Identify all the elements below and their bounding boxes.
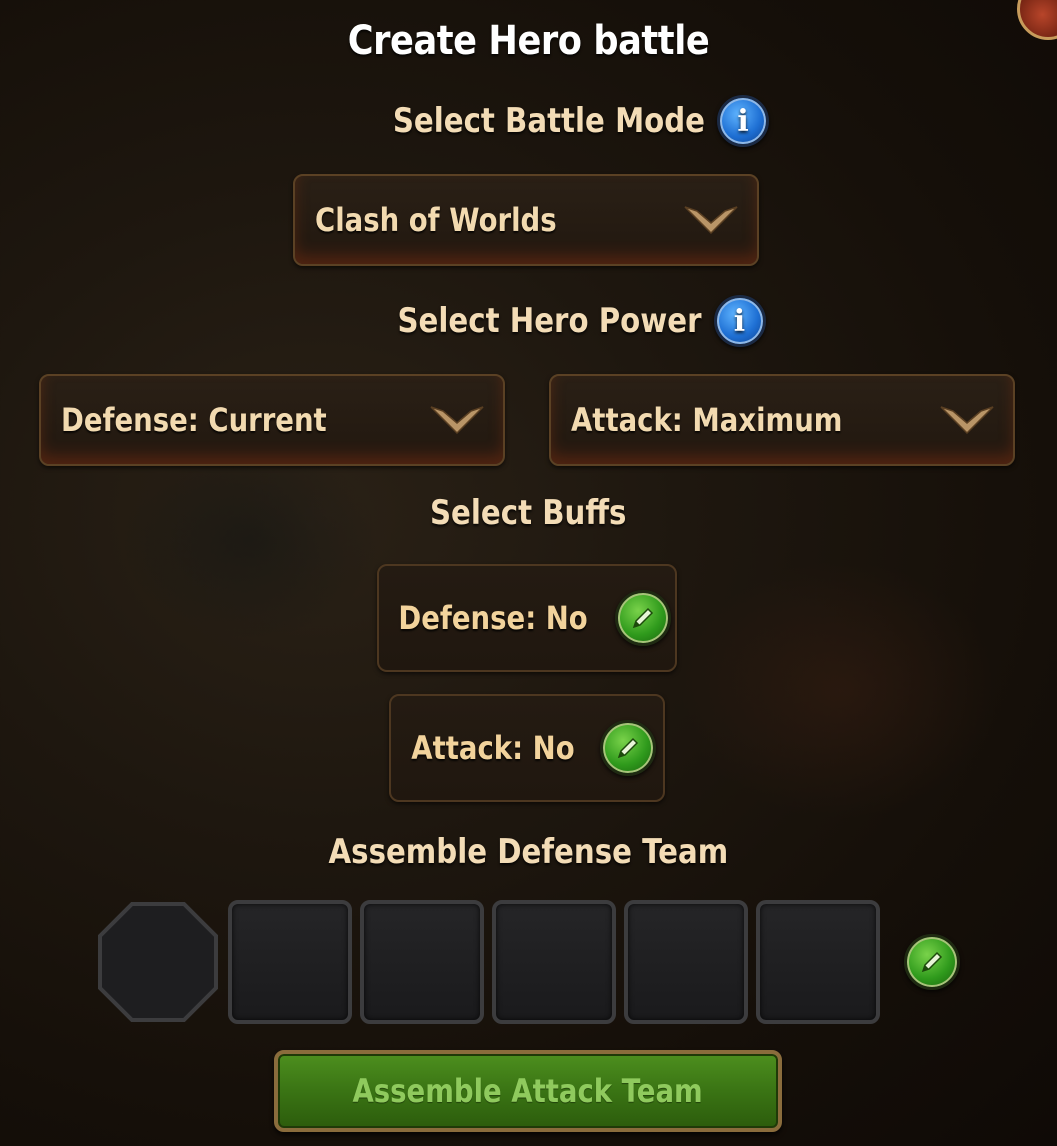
chevron-down-icon <box>939 403 995 437</box>
hero-slot-leader[interactable] <box>96 900 220 1024</box>
attack-buff-row: Attack: No <box>389 694 665 802</box>
hero-power-heading: Select Hero Power i <box>348 295 766 347</box>
hero-power-label: Select Hero Power <box>397 301 702 341</box>
background-shadow <box>120 440 380 640</box>
assemble-attack-team-label: Assemble Attack Team <box>352 1072 704 1110</box>
chevron-down-icon <box>429 403 485 437</box>
attack-power-dropdown[interactable]: Attack: Maximum <box>549 374 1015 466</box>
background-glow <box>680 560 1000 820</box>
defense-team-heading: Assemble Defense Team <box>0 832 1057 872</box>
attack-power-value: Attack: Maximum <box>571 401 843 439</box>
battle-mode-value: Clash of Worlds <box>315 201 557 239</box>
hero-slot[interactable] <box>756 900 880 1024</box>
hero-slot[interactable] <box>624 900 748 1024</box>
defense-buff-value: Defense: No <box>398 599 588 637</box>
hero-slot[interactable] <box>360 900 484 1024</box>
pencil-icon[interactable] <box>904 934 960 990</box>
dialog-title: Create Hero battle <box>347 18 710 64</box>
hero-slot[interactable] <box>228 900 352 1024</box>
defense-power-value: Defense: Current <box>61 401 327 439</box>
battle-mode-dropdown[interactable]: Clash of Worlds <box>293 174 759 266</box>
attack-buff-value: Attack: No <box>411 729 575 767</box>
pencil-icon[interactable] <box>615 590 672 646</box>
battle-mode-label: Select Battle Mode <box>392 101 706 141</box>
pencil-icon[interactable] <box>599 720 656 776</box>
close-button[interactable] <box>1017 0 1057 40</box>
buffs-label: Select Buffs <box>430 493 627 533</box>
defense-power-dropdown[interactable]: Defense: Current <box>39 374 505 466</box>
battle-mode-heading: Select Battle Mode i <box>342 95 770 147</box>
chevron-down-icon <box>683 203 739 237</box>
defense-team-label: Assemble Defense Team <box>328 832 729 872</box>
defense-team-slots <box>96 900 880 1024</box>
info-icon[interactable]: i <box>713 295 766 347</box>
hero-slot[interactable] <box>492 900 616 1024</box>
buffs-heading: Select Buffs <box>0 493 1057 533</box>
info-icon[interactable]: i <box>717 95 770 147</box>
defense-buff-row: Defense: No <box>377 564 677 672</box>
assemble-attack-team-button[interactable]: Assemble Attack Team <box>274 1050 782 1132</box>
